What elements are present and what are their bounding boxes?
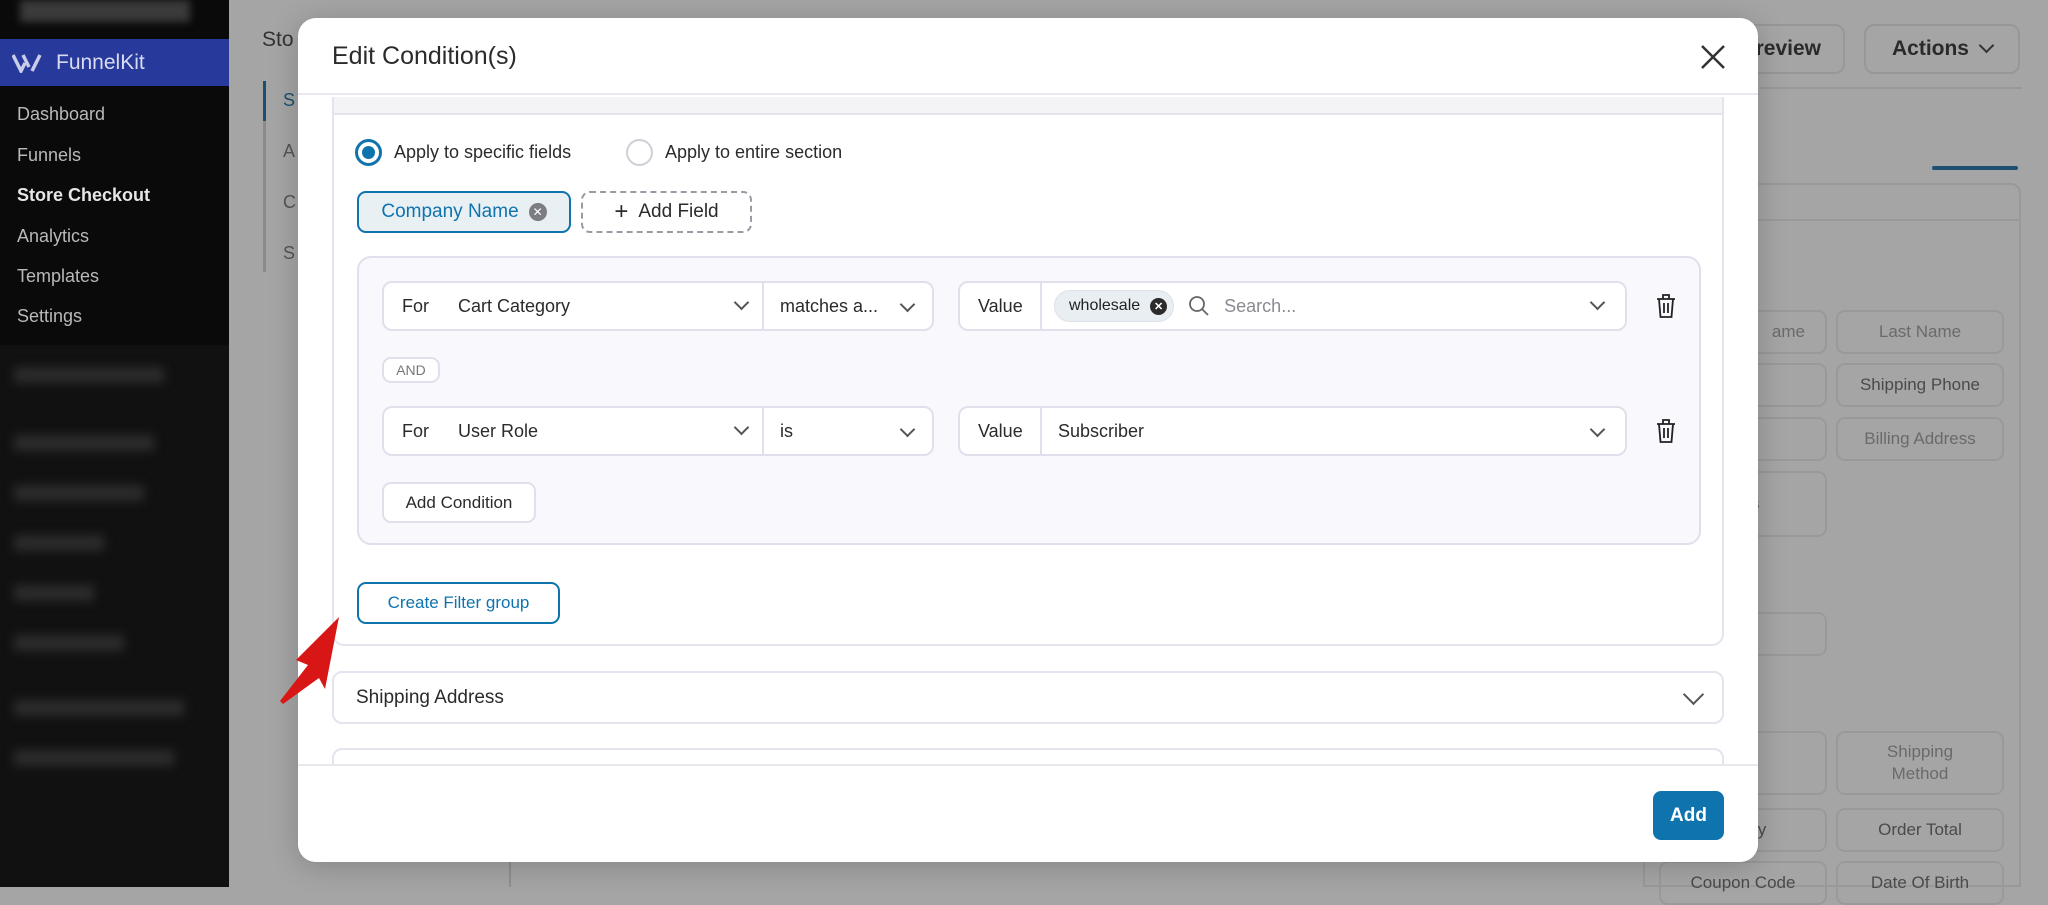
sidebar-item-funnels[interactable]: Funnels <box>17 145 81 166</box>
filter-group: For Cart Category matches a... Value who… <box>357 256 1701 545</box>
trash-icon[interactable] <box>1655 418 1677 444</box>
add-button[interactable]: Add <box>1653 791 1724 840</box>
section-header-strip <box>334 97 1722 115</box>
bg-field-chip: Coupon Code <box>1659 861 1827 905</box>
funnelkit-logo-icon <box>12 53 42 73</box>
chevron-down-icon <box>1682 683 1705 706</box>
accordion-title: Shipping Address <box>356 686 504 708</box>
field-value: Cart Category <box>458 295 571 316</box>
bg-field-chip: Date Of Birth <box>1836 861 2004 905</box>
bg-tab: C <box>283 192 296 212</box>
plus-icon: + <box>614 198 629 225</box>
bg-tab: S <box>283 90 296 110</box>
chevron-down-icon <box>899 296 916 313</box>
bg-field-chip: Last Name <box>1836 310 2004 354</box>
chevron-down-icon <box>1589 294 1606 311</box>
close-icon[interactable] <box>1698 42 1728 72</box>
add-condition-button[interactable]: Add Condition <box>382 482 536 523</box>
sidebar-item-dashboard[interactable]: Dashboard <box>17 104 105 125</box>
condition-row: For User Role is Value Subscriber <box>382 406 1729 456</box>
radio-label: Apply to specific fields <box>394 142 572 162</box>
annotation-arrow-icon <box>280 617 339 704</box>
chevron-down-icon <box>733 294 750 311</box>
preview-label: review <box>1755 37 1821 60</box>
selected-value: Subscriber <box>1058 420 1145 441</box>
radio-checked-icon <box>355 139 382 166</box>
trash-icon[interactable] <box>1655 293 1677 319</box>
bg-vertical-tabs <box>263 81 266 272</box>
value-select[interactable]: Subscriber <box>1040 406 1627 456</box>
billing-section-panel: Apply to specific fields Apply to entire… <box>332 97 1724 646</box>
chevron-down-icon <box>1589 421 1606 438</box>
value-multiselect[interactable]: wholesale ✕ Search... <box>1040 281 1627 331</box>
condition-row: For Cart Category matches a... Value who… <box>382 281 1729 331</box>
operator-value: is <box>780 420 793 441</box>
bg-tab: A <box>283 141 296 161</box>
add-field-button[interactable]: + Add Field <box>581 191 752 233</box>
bg-tab: S <box>283 243 296 263</box>
condition-operator-select[interactable]: matches a... <box>762 281 934 331</box>
bg-tab-indicator <box>1932 166 2018 170</box>
sidebar-brand[interactable]: FunnelKit <box>0 39 229 86</box>
add-field-label: Add Field <box>638 201 719 222</box>
sidebar-item-store-checkout[interactable]: Store Checkout <box>17 185 150 206</box>
bg-field-chip: Order Total <box>1836 808 2004 852</box>
field-value: User Role <box>458 420 539 441</box>
selected-field-chip: Company Name ✕ <box>357 191 571 233</box>
bg-page-title: Sto <box>262 28 294 51</box>
search-icon <box>1189 296 1209 316</box>
search-input[interactable]: Search... <box>1224 296 1296 317</box>
bg-field-chip: Shipping Method <box>1836 731 2004 795</box>
chevron-down-icon <box>899 421 916 438</box>
for-label: For <box>382 406 448 456</box>
edit-conditions-modal: Edit Condition(s) Apply to specific fiel… <box>298 18 1758 862</box>
radio-apply-entire-section[interactable]: Apply to entire section <box>626 139 842 166</box>
brand-label: FunnelKit <box>56 50 145 74</box>
bg-field-chip: Shipping Phone <box>1836 363 2004 407</box>
condition-field-select[interactable]: User Role <box>446 406 764 456</box>
chevron-down-icon <box>1978 37 1995 53</box>
value-label: Value <box>958 406 1042 456</box>
value-tag: wholesale ✕ <box>1054 290 1175 322</box>
and-connector: AND <box>382 357 440 383</box>
actions-label: Actions <box>1891 37 1969 60</box>
accordion-shipping-address[interactable]: Shipping Address <box>332 671 1724 724</box>
modal-title: Edit Condition(s) <box>332 42 517 70</box>
create-filter-group-button[interactable]: Create Filter group <box>357 582 560 624</box>
remove-chip-icon[interactable]: ✕ <box>528 203 547 221</box>
radio-unchecked-icon <box>626 139 653 166</box>
modal-header: Edit Condition(s) <box>298 18 1758 95</box>
operator-value: matches a... <box>780 295 879 316</box>
admin-sidebar: FunnelKit Dashboard Funnels Store Checko… <box>0 0 229 887</box>
sidebar-item-templates[interactable]: Templates <box>17 266 99 287</box>
condition-operator-select[interactable]: is <box>762 406 934 456</box>
chevron-down-icon <box>733 419 750 436</box>
bg-divider <box>1760 87 2022 89</box>
remove-tag-icon[interactable]: ✕ <box>1150 297 1168 315</box>
blurred-header <box>20 0 190 22</box>
tag-label: wholesale <box>1069 297 1141 314</box>
sidebar-item-analytics[interactable]: Analytics <box>17 226 89 247</box>
condition-field-select[interactable]: Cart Category <box>446 281 764 331</box>
sidebar-item-settings[interactable]: Settings <box>17 306 82 327</box>
bg-field-chip: Billing Address <box>1836 417 2004 461</box>
radio-apply-specific-fields[interactable]: Apply to specific fields <box>355 139 571 166</box>
blurred-admin-menu <box>0 345 229 887</box>
modal-footer: Add <box>298 764 1758 862</box>
value-label: Value <box>958 281 1042 331</box>
bg-divider <box>509 860 511 887</box>
radio-label: Apply to entire section <box>665 142 843 162</box>
chip-label: Company Name <box>381 201 519 222</box>
for-label: For <box>382 281 448 331</box>
bg-actions-button: Actions <box>1864 24 2020 74</box>
